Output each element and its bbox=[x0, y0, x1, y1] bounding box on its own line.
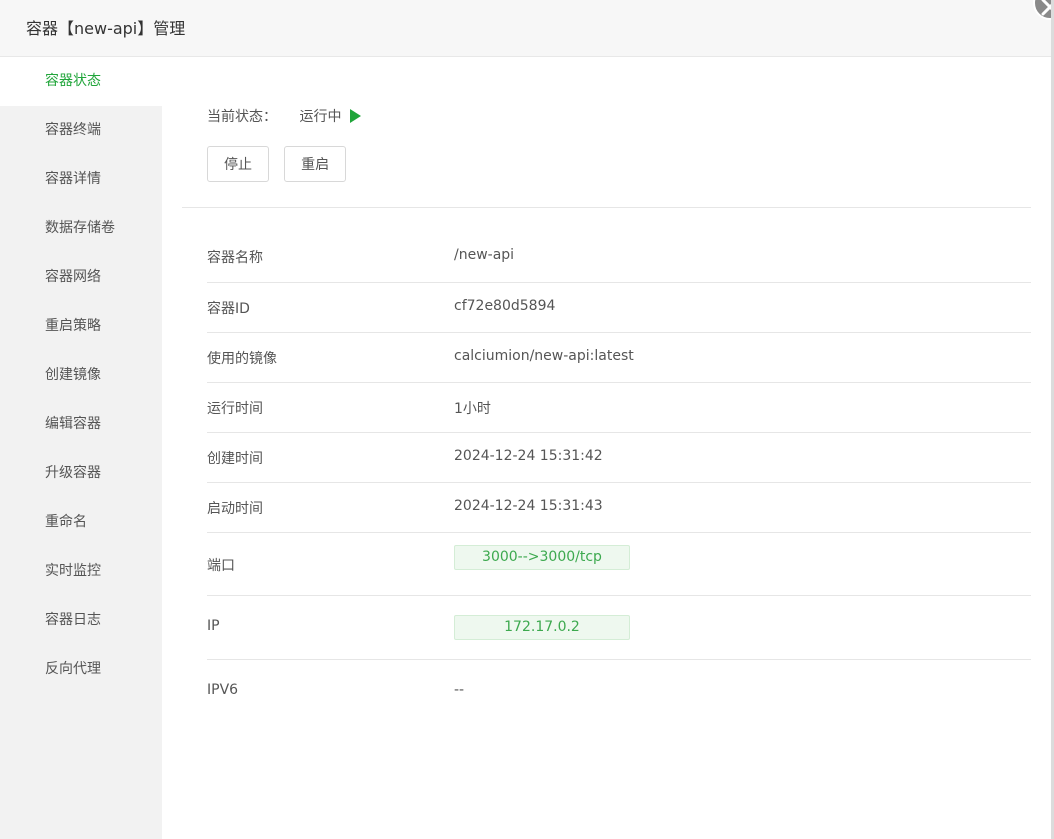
dialog-title: 容器【new-api】管理 bbox=[26, 19, 186, 38]
info-row-id: 容器ID cf72e80d5894 bbox=[207, 283, 1031, 333]
sidebar-item-reverse-proxy[interactable]: 反向代理 bbox=[0, 645, 162, 694]
sidebar-item-restart-policy[interactable]: 重启策略 bbox=[0, 302, 162, 351]
port-tag: 3000-->3000/tcp bbox=[454, 545, 630, 570]
sidebar-item-container-status[interactable]: 容器状态 bbox=[0, 57, 162, 106]
info-row-ports: 端口 3000-->3000/tcp bbox=[207, 533, 1031, 596]
info-value: -- bbox=[454, 682, 465, 698]
sidebar-item-volumes[interactable]: 数据存储卷 bbox=[0, 204, 162, 253]
sidebar-item-container-terminal[interactable]: 容器终端 bbox=[0, 106, 162, 155]
info-row-created: 创建时间 2024-12-24 15:31:42 bbox=[207, 433, 1031, 483]
sidebar-item-rename[interactable]: 重命名 bbox=[0, 498, 162, 547]
info-row-started: 启动时间 2024-12-24 15:31:43 bbox=[207, 483, 1031, 533]
container-manage-dialog: 容器【new-api】管理 容器状态 容器终端 容器详情 数据存储卷 容器网络 … bbox=[0, 0, 1054, 839]
info-value: /new-api bbox=[454, 247, 515, 263]
info-row-image: 使用的镜像 calciumion/new-api:latest bbox=[207, 333, 1031, 383]
info-label: 使用的镜像 bbox=[207, 351, 277, 367]
section-divider bbox=[182, 207, 1031, 208]
sidebar-item-upgrade-container[interactable]: 升级容器 bbox=[0, 449, 162, 498]
info-label: 启动时间 bbox=[207, 501, 263, 517]
info-row-uptime: 运行时间 1小时 bbox=[207, 383, 1031, 433]
info-label: IPV6 bbox=[207, 682, 239, 698]
sidebar-item-container-logs[interactable]: 容器日志 bbox=[0, 596, 162, 645]
info-row-ipv6: IPV6 -- bbox=[207, 660, 1031, 720]
action-buttons: 停止 重启 bbox=[207, 146, 356, 182]
info-label: IP bbox=[207, 618, 220, 634]
info-label: 容器ID bbox=[207, 301, 250, 317]
sidebar-item-network[interactable]: 容器网络 bbox=[0, 253, 162, 302]
stop-button[interactable]: 停止 bbox=[207, 146, 269, 182]
info-value: 2024-12-24 15:31:42 bbox=[454, 448, 603, 464]
sidebar-item-realtime-monitor[interactable]: 实时监控 bbox=[0, 547, 162, 596]
content-panel: 当前状态： 运行中 停止 重启 容器名称 /new-api 容器ID cf72e… bbox=[162, 57, 1051, 839]
info-label: 容器名称 bbox=[207, 250, 263, 266]
info-value: cf72e80d5894 bbox=[454, 298, 556, 314]
status-line: 当前状态： 运行中 bbox=[207, 107, 361, 127]
info-value: 2024-12-24 15:31:43 bbox=[454, 498, 603, 514]
info-label: 运行时间 bbox=[207, 401, 263, 417]
sidebar-item-container-details[interactable]: 容器详情 bbox=[0, 155, 162, 204]
info-label: 创建时间 bbox=[207, 451, 263, 467]
status-label: 当前状态： bbox=[207, 109, 277, 125]
info-row-name: 容器名称 /new-api bbox=[207, 232, 1031, 283]
info-value: 1小时 bbox=[454, 401, 491, 417]
sidebar-item-edit-container[interactable]: 编辑容器 bbox=[0, 400, 162, 449]
sidebar-nav: 容器状态 容器终端 容器详情 数据存储卷 容器网络 重启策略 创建镜像 编辑容器… bbox=[0, 57, 162, 839]
restart-button[interactable]: 重启 bbox=[284, 146, 347, 182]
play-icon bbox=[349, 109, 361, 123]
dialog-header: 容器【new-api】管理 bbox=[0, 0, 1051, 57]
container-info-table: 容器名称 /new-api 容器ID cf72e80d5894 使用的镜像 ca… bbox=[207, 232, 1031, 720]
status-value: 运行中 bbox=[299, 109, 342, 125]
info-row-ip: IP 172.17.0.2 bbox=[207, 596, 1031, 660]
ip-tag: 172.17.0.2 bbox=[454, 615, 630, 640]
sidebar-item-create-image[interactable]: 创建镜像 bbox=[0, 351, 162, 400]
info-value: calciumion/new-api:latest bbox=[454, 348, 634, 364]
info-label: 端口 bbox=[207, 558, 235, 574]
